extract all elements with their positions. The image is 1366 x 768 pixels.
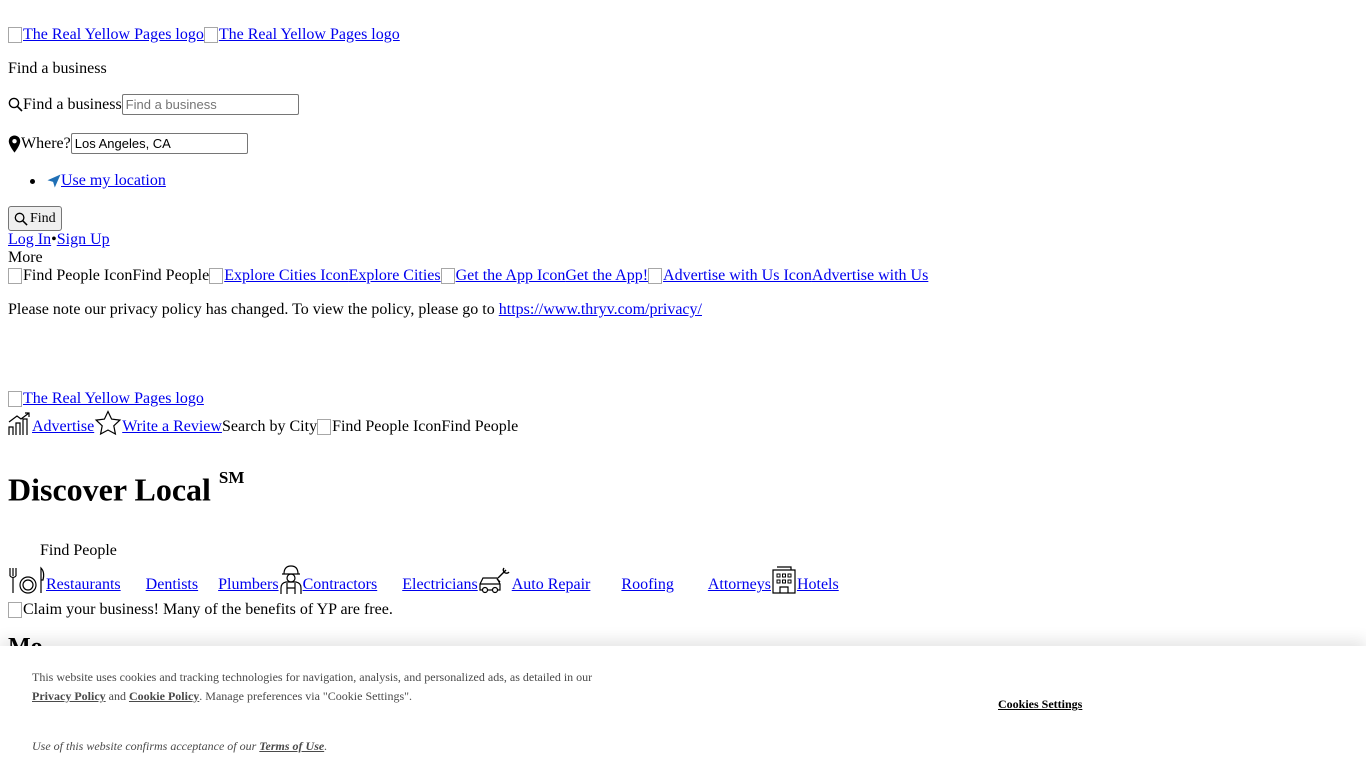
cookie-text-1: This website uses cookies and tracking t… xyxy=(32,670,593,684)
logo-secondary: The Real Yellow Pages logo xyxy=(8,390,204,412)
privacy-policy-link[interactable]: Privacy Policy xyxy=(32,689,106,703)
use-location-item: Use my location xyxy=(30,172,166,190)
category-link[interactable]: Electricians xyxy=(402,576,478,594)
category-dentists[interactable]: Dentists xyxy=(146,576,198,594)
privacy-link[interactable]: https://www.thryv.com/privacy/ xyxy=(499,301,702,318)
location-arrow-icon xyxy=(47,174,61,188)
worker-icon xyxy=(279,565,302,594)
terms-suffix: . xyxy=(324,739,328,753)
write-review-link[interactable]: Write a Review xyxy=(122,418,222,436)
find-button-label: Find xyxy=(30,210,56,226)
find-people-label: Find People xyxy=(441,418,519,435)
privacy-notice-text: Please note our privacy policy has chang… xyxy=(8,301,495,318)
search-icon xyxy=(8,97,23,112)
category-roofing[interactable]: Roofing xyxy=(621,576,673,594)
find-button[interactable]: Find xyxy=(8,206,62,231)
explore-cities-link[interactable]: Explore Cities Icon Explore Cities xyxy=(209,267,440,285)
category-link[interactable]: Contractors xyxy=(303,576,378,594)
hotel-icon xyxy=(772,566,796,594)
where-label: Where? xyxy=(21,134,71,152)
explore-cities-label: Explore Cities xyxy=(348,267,441,284)
search-input[interactable] xyxy=(121,94,299,115)
chart-arrow-icon xyxy=(8,412,30,435)
category-link[interactable]: Auto Repair xyxy=(512,576,591,594)
category-attorneys[interactable]: Attorneys xyxy=(708,576,771,594)
category-electricians[interactable]: Electricians xyxy=(402,576,478,594)
find-people-label: Find People xyxy=(132,267,210,284)
fork-plate-knife-icon xyxy=(9,566,45,594)
category-auto-repair[interactable]: Auto Repair xyxy=(478,566,591,594)
explore-cities-icon: Explore Cities Icon xyxy=(224,267,349,284)
cookie-policy-link[interactable]: Cookie Policy xyxy=(129,689,199,703)
advertise-icon: Advertise with Us Icon xyxy=(663,267,812,284)
hero-title-wrap: Discover Local SM xyxy=(8,464,244,510)
search-icon xyxy=(14,212,28,226)
cookie-and: and xyxy=(108,689,126,703)
terms-prefix: Use of this website confirms acceptance … xyxy=(32,739,257,753)
get-app-link[interactable]: Get the App Icon Get the App! xyxy=(441,267,648,285)
cookies-settings-button[interactable]: Cookies Settings xyxy=(998,697,1082,712)
secondary-nav: Advertise Write a Review Search by City … xyxy=(8,410,518,436)
get-app-label: Get the App! xyxy=(565,267,649,284)
use-location-link[interactable]: Use my location xyxy=(61,172,166,190)
bullet xyxy=(30,178,35,184)
category-link[interactable]: Restaurants xyxy=(46,576,121,594)
category-plumbers[interactable]: Plumbers xyxy=(218,576,278,594)
terms-of-use-link[interactable]: Terms of Use xyxy=(259,739,324,753)
find-people-item[interactable]: Find People Icon Find People xyxy=(8,267,209,285)
logo-link-2[interactable]: The Real Yellow Pages logo xyxy=(204,26,400,44)
claim-business-image[interactable]: Claim your business! Many of the benefit… xyxy=(8,601,393,619)
cookie-banner: This website uses cookies and tracking t… xyxy=(0,646,1366,768)
category-hotels[interactable]: Hotels xyxy=(771,566,839,594)
signup-link[interactable]: Sign Up xyxy=(57,231,110,248)
map-pin-icon xyxy=(8,135,21,152)
hero-title: Discover Local xyxy=(8,471,211,508)
find-people-nav[interactable]: Find People Icon Find People xyxy=(317,418,518,436)
get-app-icon: Get the App Icon xyxy=(455,267,566,284)
cookie-text-2: . Manage preferences via "Cookie Setting… xyxy=(199,689,413,703)
find-people-icon: Find People Icon xyxy=(23,267,133,284)
advertise-link[interactable]: Advertise xyxy=(32,418,94,436)
logo-link-3[interactable]: The Real Yellow Pages logo xyxy=(8,390,204,408)
search-row: Find a business xyxy=(8,94,299,115)
category-row: Restaurants Dentists Plumbers Contractor… xyxy=(8,564,839,594)
service-mark: SM xyxy=(218,468,245,487)
where-input[interactable] xyxy=(70,133,248,154)
logo-alt-text: The Real Yellow Pages logo xyxy=(23,390,204,407)
logo-alt-text: The Real Yellow Pages logo xyxy=(23,26,204,43)
logo-alt-text: The Real Yellow Pages logo xyxy=(218,26,400,43)
category-link[interactable]: Hotels xyxy=(797,576,839,594)
more-menu[interactable]: More xyxy=(8,249,43,267)
advertise-label: Advertise with Us xyxy=(811,267,929,284)
terms-notice: Use of this website confirms acceptance … xyxy=(32,739,327,754)
category-restaurants[interactable]: Restaurants xyxy=(8,566,121,594)
find-business-heading: Find a business xyxy=(8,60,107,77)
category-link[interactable]: Dentists xyxy=(146,576,198,594)
cookie-text: This website uses cookies and tracking t… xyxy=(32,668,592,706)
logo-link-1[interactable]: The Real Yellow Pages logo xyxy=(8,26,204,44)
car-wrench-icon xyxy=(479,567,510,594)
star-icon xyxy=(94,410,122,436)
category-link[interactable]: Plumbers xyxy=(218,576,278,594)
search-by-city[interactable]: Search by City xyxy=(222,418,317,436)
auth-links: Log In•Sign Up xyxy=(8,231,110,249)
advertise-with-us-link[interactable]: Advertise with Us Icon Advertise with Us xyxy=(648,267,928,285)
login-link[interactable]: Log In xyxy=(8,231,51,248)
where-row: Where? xyxy=(8,133,248,154)
category-link[interactable]: Attorneys xyxy=(708,576,771,594)
search-label: Find a business xyxy=(23,95,122,113)
header-logos: The Real Yellow Pages logo The Real Yello… xyxy=(8,26,400,48)
find-button-wrap: Find xyxy=(8,206,62,231)
claim-banner: Claim your business! Many of the benefit… xyxy=(8,601,393,623)
find-people-icon: Find People Icon xyxy=(332,418,442,435)
hero-find-people[interactable]: Find People xyxy=(40,542,117,560)
category-link[interactable]: Roofing xyxy=(621,576,673,594)
privacy-notice: Please note our privacy policy has chang… xyxy=(8,301,702,319)
more-links-row: Find People Icon Find People Explore Citie… xyxy=(8,267,928,289)
category-contractors[interactable]: Contractors xyxy=(279,564,378,594)
